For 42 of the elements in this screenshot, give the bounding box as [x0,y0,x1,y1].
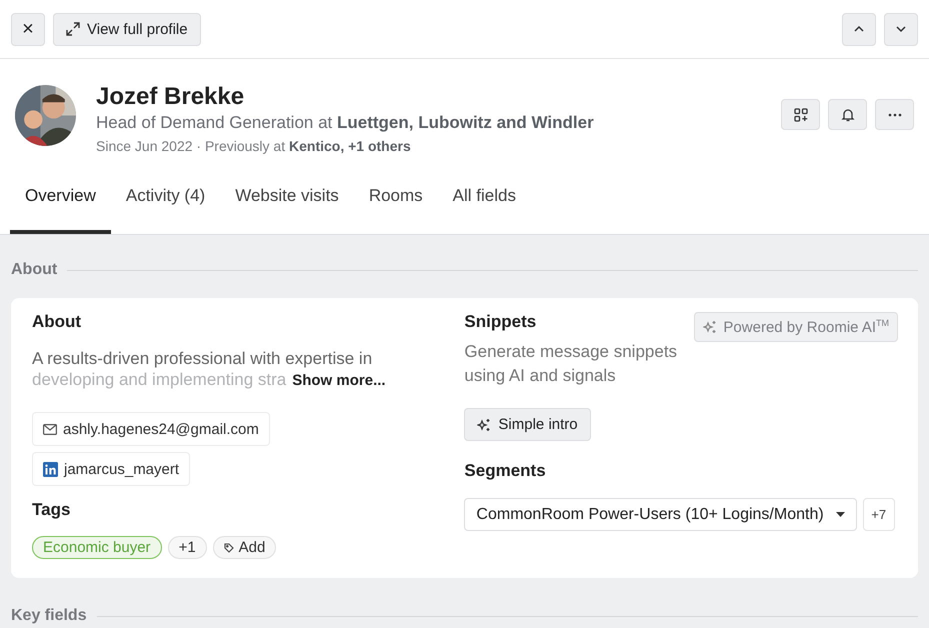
snippets-title: Snippets [464,312,538,332]
profile-chip[interactable]: jamarcus_mayert [32,452,190,486]
more-segments-button[interactable]: +7 [862,498,895,531]
person-name: Jozef Brekke [96,83,246,111]
segments-title: Segments [464,461,546,481]
sparkle-icon [477,418,492,432]
bell-icon [840,108,854,122]
segment-dropdown[interactable]: CommonRoom Power-Users (10+ Logins/Month) [464,498,857,531]
headline: Head of Demand Generation at Luettgen, Lubowitz and Windler [96,113,594,133]
section-title: About [11,261,58,279]
notification-button[interactable] [828,99,867,130]
next-button[interactable] [884,12,918,46]
expand-icon [66,22,80,36]
more-button[interactable] [875,99,914,130]
section-title: Key fields [11,607,87,625]
about-title: About [32,312,82,332]
add-tag-button[interactable]: Add [212,536,276,559]
job-history: Since Jun 2022 · Previously at Kentico, +1 others [96,138,412,154]
sparkle-icon [703,320,718,334]
powered-by-badge: Powered by Roomie AI$^{TM}$ [694,312,898,342]
mail-icon [43,424,57,434]
more-tags-button[interactable]: +1 [168,536,207,559]
tags-title: Tags [32,500,70,520]
show-more-link[interactable]: Show more... [292,372,386,389]
tab[interactable]: Activity (4) [110,178,220,234]
close-button[interactable]: × [11,12,45,46]
about-text: developing and implementing stra [32,369,286,390]
snippets-description: Generate message snippets using AI and signals [464,341,678,387]
tab[interactable]: All fields [438,178,531,234]
add-widget-button[interactable] [781,99,820,130]
about-text: A results-driven professional with expertise in [32,348,374,369]
grid-plus-icon [794,108,808,122]
tab[interactable]: Rooms [354,178,438,234]
email-chip[interactable]: ashly.hagenes24@gmail.com [32,412,270,446]
view-full-profile-button[interactable]: View full profile [53,12,201,46]
previous-button[interactable] [842,12,876,46]
more-icon [888,112,902,116]
tab[interactable]: Website visits [220,178,354,234]
linkedin-icon [43,462,58,476]
tag-icon [224,542,234,552]
simple-intro-button[interactable]: Simple intro [464,408,591,441]
caret-icon [836,512,845,517]
